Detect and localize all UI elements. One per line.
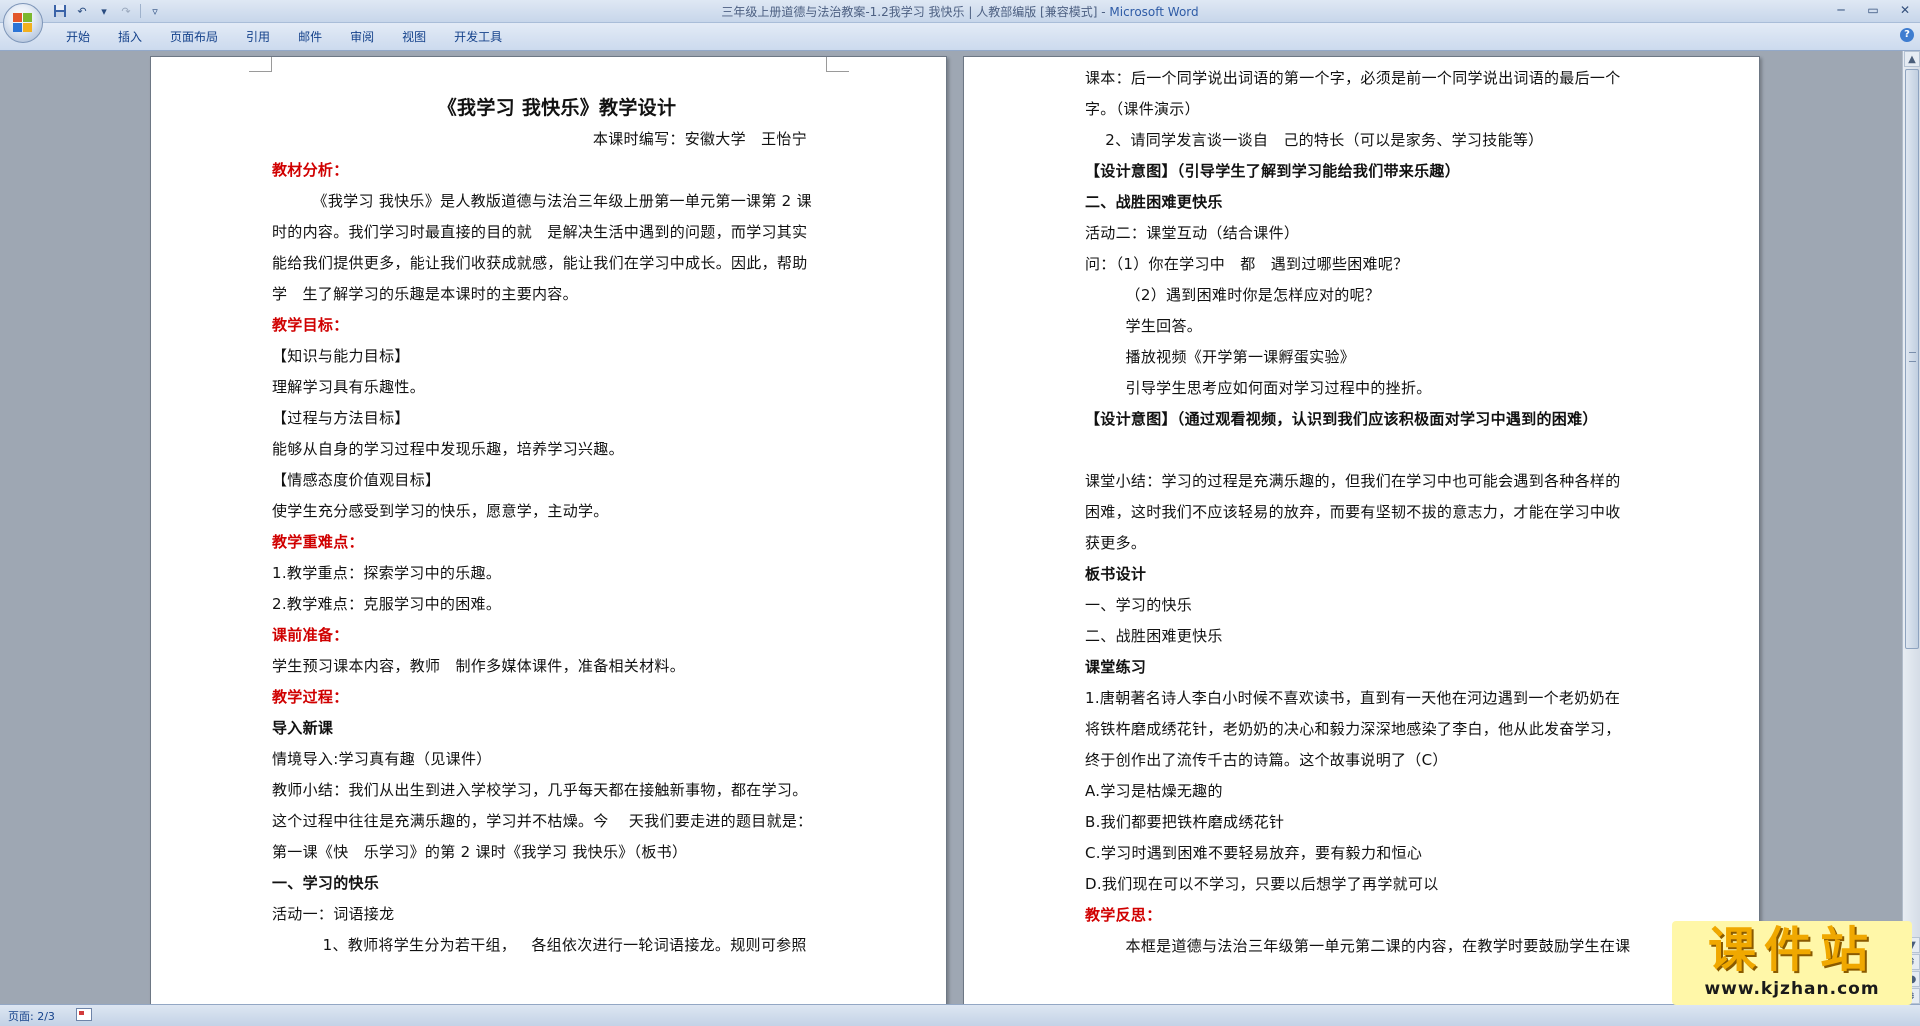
paragraph-line: 教学目标：	[272, 316, 349, 334]
paragraph-line	[1085, 435, 1655, 466]
ribbon-tab[interactable]: 开发工具	[440, 28, 516, 46]
paragraph-line: D.我们现在可以不学习，只要以后想学了再学就可以	[1085, 875, 1454, 893]
paragraph-line: 本课时编写：安徽大学 王怡宁	[592, 130, 807, 148]
paragraph-line: 《我学习 我快乐》教学设计	[437, 97, 677, 119]
paragraph-line: 获更多。	[1085, 534, 1147, 552]
page-right[interactable]: 课本：后一个同学说出词语的第一个字，必须是前一个同学说出词语的最后一个 字。（课件…	[963, 56, 1760, 1004]
ribbon-tabs: 开始 插入 页面布局 引用 邮件 审阅 视图 开发工具	[52, 28, 516, 46]
paragraph-line: 终于创作出了流传千古的诗篇。这个故事说明了（C）	[1085, 751, 1448, 769]
paragraph-line: 引导学生思考应如何面对学习过程中的挫折。	[1085, 379, 1432, 397]
paragraph-line: 1.教学重点：探索学习中的乐趣。	[272, 564, 502, 582]
paragraph-line: 《我学习 我快乐》是人教版道德与法治三年级上册第一单元第一课第 2 课	[272, 192, 812, 210]
page-indicator[interactable]: 页面: 2/3	[8, 1008, 55, 1024]
paragraph-line: 一、学习的快乐	[1085, 596, 1208, 614]
document-workspace[interactable]: 《我学习 我快乐》教学设计本课时编写：安徽大学 王怡宁教材分析： 《我学习 我快…	[0, 51, 1902, 1004]
ribbon-tab[interactable]: 审阅	[336, 28, 388, 46]
ribbon-tab[interactable]: 引用	[232, 28, 284, 46]
paragraph-line: A.学习是枯燥无趣的	[1085, 782, 1223, 800]
paragraph-line: 这个过程中往往是充满乐趣的，学习并不枯燥。今 天我们要走进的题目就是：	[272, 812, 813, 830]
close-icon[interactable]: ✕	[1896, 2, 1914, 18]
paragraph-line: 学生回答。	[1085, 317, 1203, 335]
paragraph-line: 教学反思：	[1085, 906, 1162, 924]
paragraph-line: 活动二：课堂互动（结合课件）	[1085, 224, 1300, 242]
minimize-icon[interactable]: ─	[1832, 2, 1850, 18]
paragraph-line: 第一课《快 乐学习》的第 2 课时《我学习 我快乐》（板书）	[272, 843, 688, 861]
paragraph-line: 字。（课件演示）	[1085, 100, 1200, 118]
paragraph-line: 教学重难点：	[272, 533, 364, 551]
scroll-up-icon[interactable]: ▲	[1904, 51, 1920, 67]
ribbon-tab[interactable]: 插入	[104, 28, 156, 46]
paragraph-line: 二、战胜困难更快乐	[1085, 627, 1223, 645]
paragraph-line: 【情感态度价值观目标】	[272, 471, 456, 489]
paragraph-line: 学生预习课本内容，教师 制作多媒体课件，准备相关材料。	[272, 657, 686, 675]
ribbon: 开始 插入 页面布局 引用 邮件 审阅 视图 开发工具 ?	[0, 23, 1920, 51]
paragraph-line: 导入新课	[272, 719, 334, 737]
office-button[interactable]	[3, 3, 43, 43]
paragraph-line: 理解学习具有乐趣性。	[272, 378, 426, 396]
paragraph-line: 二、战胜困难更快乐	[1085, 193, 1223, 211]
paragraph-line: C.学习时遇到困难不要轻易放弃，要有毅力和恒心	[1085, 844, 1423, 862]
scrollbar-thumb[interactable]	[1905, 69, 1919, 649]
paragraph-line: 课前准备：	[272, 626, 349, 644]
paragraph-line: B.我们都要把铁杵磨成绣花针	[1085, 813, 1285, 831]
paragraph-line: 情境导入:学习真有趣（见课件）	[272, 750, 492, 768]
paragraph-line: 教师小结：我们从出生到进入学校学习，几乎每天都在接触新事物，都在学习。	[272, 781, 808, 799]
paragraph-line: 教学过程：	[272, 688, 349, 706]
paragraph-line: 能给我们提供更多，能让我们收获成就感，能让我们在学习中成长。因此，帮助	[272, 254, 808, 272]
paragraph-line: 【过程与方法目标】	[272, 409, 410, 427]
proofing-icon[interactable]	[76, 1008, 92, 1021]
paragraph-line: 问：（1）你在学习中 都 遇到过哪些困难呢？	[1085, 255, 1414, 273]
page-left[interactable]: 《我学习 我快乐》教学设计本课时编写：安徽大学 王怡宁教材分析： 《我学习 我快…	[150, 56, 947, 1004]
watermark-title: 课件站	[1707, 922, 1876, 978]
paragraph-line: 能够从自身的学习过程中发现乐趣，培养学习兴趣。	[272, 440, 624, 458]
paragraph-line: 课本：后一个同学说出词语的第一个字，必须是前一个同学说出词语的最后一个	[1085, 69, 1621, 87]
status-bar: 页面: 2/3	[0, 1004, 1920, 1026]
paragraph-line: 时的内容。我们学习时最直接的目的就 是解决生活中遇到的问题，而学习其实	[272, 223, 808, 241]
paragraph-line: 活动一：词语接龙	[272, 905, 395, 923]
title-bar: ↶ ▾ ↷ ▿ 三年级上册道德与法治教案-1.2我学习 我快乐 | 人教部编版 …	[0, 0, 1920, 23]
paragraph-line: 播放视频《开学第一课孵蛋实验》	[1085, 348, 1356, 366]
paragraph-line: 板书设计	[1085, 565, 1163, 583]
maximize-icon[interactable]: ▭	[1864, 2, 1882, 18]
ribbon-tab[interactable]: 视图	[388, 28, 440, 46]
site-watermark: 课件站 www.kjzhan.com	[1672, 921, 1912, 1005]
paragraph-line: 困难，这时我们不应该轻易的放弃，而要有坚韧不拔的意志力，才能在学习中收	[1085, 503, 1621, 521]
paragraph-line: 教材分析：	[272, 161, 349, 179]
paragraph-line: （2）遇到困难时你是怎样应对的呢？	[1085, 286, 1381, 304]
watermark-url: www.kjzhan.com	[1704, 979, 1880, 999]
help-icon[interactable]: ?	[1900, 28, 1914, 42]
ribbon-tab[interactable]: 页面布局	[156, 28, 232, 46]
paragraph-line: 1、教师将学生分为若干组， 各组依次进行一轮词语接龙。规则可参照	[272, 936, 807, 954]
paragraph-line: 本框是道德与法治三年级第一单元第二课的内容，在教学时要鼓励学生在课	[1085, 937, 1631, 955]
paragraph-line: 学 生了解学习的乐趣是本课时的主要内容。	[272, 285, 578, 303]
paragraph-line	[272, 62, 842, 93]
vertical-scrollbar[interactable]: ▲ ▼ ⇞ ● ⇟	[1902, 51, 1920, 1004]
window-controls: ─ ▭ ✕	[1832, 2, 1914, 18]
office-logo-icon	[13, 13, 33, 33]
scroll-grip	[1909, 352, 1916, 362]
paragraph-line: 1.唐朝著名诗人李白小时候不喜欢读书，直到有一天他在河边遇到一个老奶奶在	[1085, 689, 1621, 707]
paragraph-line: 课堂小结：学习的过程是充满乐趣的，但我们在学习中也可能会遇到各种各样的	[1085, 472, 1621, 490]
paragraph-line: 【知识与能力目标】	[272, 347, 410, 365]
paragraph-line: 将铁杵磨成绣花针，老奶奶的决心和毅力深深地感染了李白，他从此发奋学习，	[1085, 720, 1621, 738]
paragraph-line: 一、学习的快乐	[272, 874, 380, 892]
paragraph-line: 使学生充分感受到学习的快乐，愿意学，主动学。	[272, 502, 609, 520]
paragraph-line: 【设计意图】（引导学生了解到学习能给我们带来乐趣）	[1085, 162, 1461, 180]
paragraph-line: 课堂练习	[1085, 658, 1158, 676]
app-name: Microsoft Word	[1109, 5, 1199, 19]
ribbon-tab[interactable]: 邮件	[284, 28, 336, 46]
paragraph-line: 【设计意图】（通过观看视频，认识到我们应该积极面对学习中遇到的困难）	[1085, 410, 1598, 428]
ribbon-tab[interactable]: 开始	[52, 28, 104, 46]
paragraph-line: 2.教学难点：克服学习中的困难。	[272, 595, 502, 613]
crop-mark	[249, 57, 272, 72]
document-title: 三年级上册道德与法治教案-1.2我学习 我快乐 | 人教部编版 [兼容模式] -	[721, 5, 1110, 19]
window-title: 三年级上册道德与法治教案-1.2我学习 我快乐 | 人教部编版 [兼容模式] -…	[0, 3, 1920, 20]
paragraph-line: 2、请同学发言谈一谈自 己的特长（可以是家务、学习技能等）	[1085, 131, 1544, 149]
